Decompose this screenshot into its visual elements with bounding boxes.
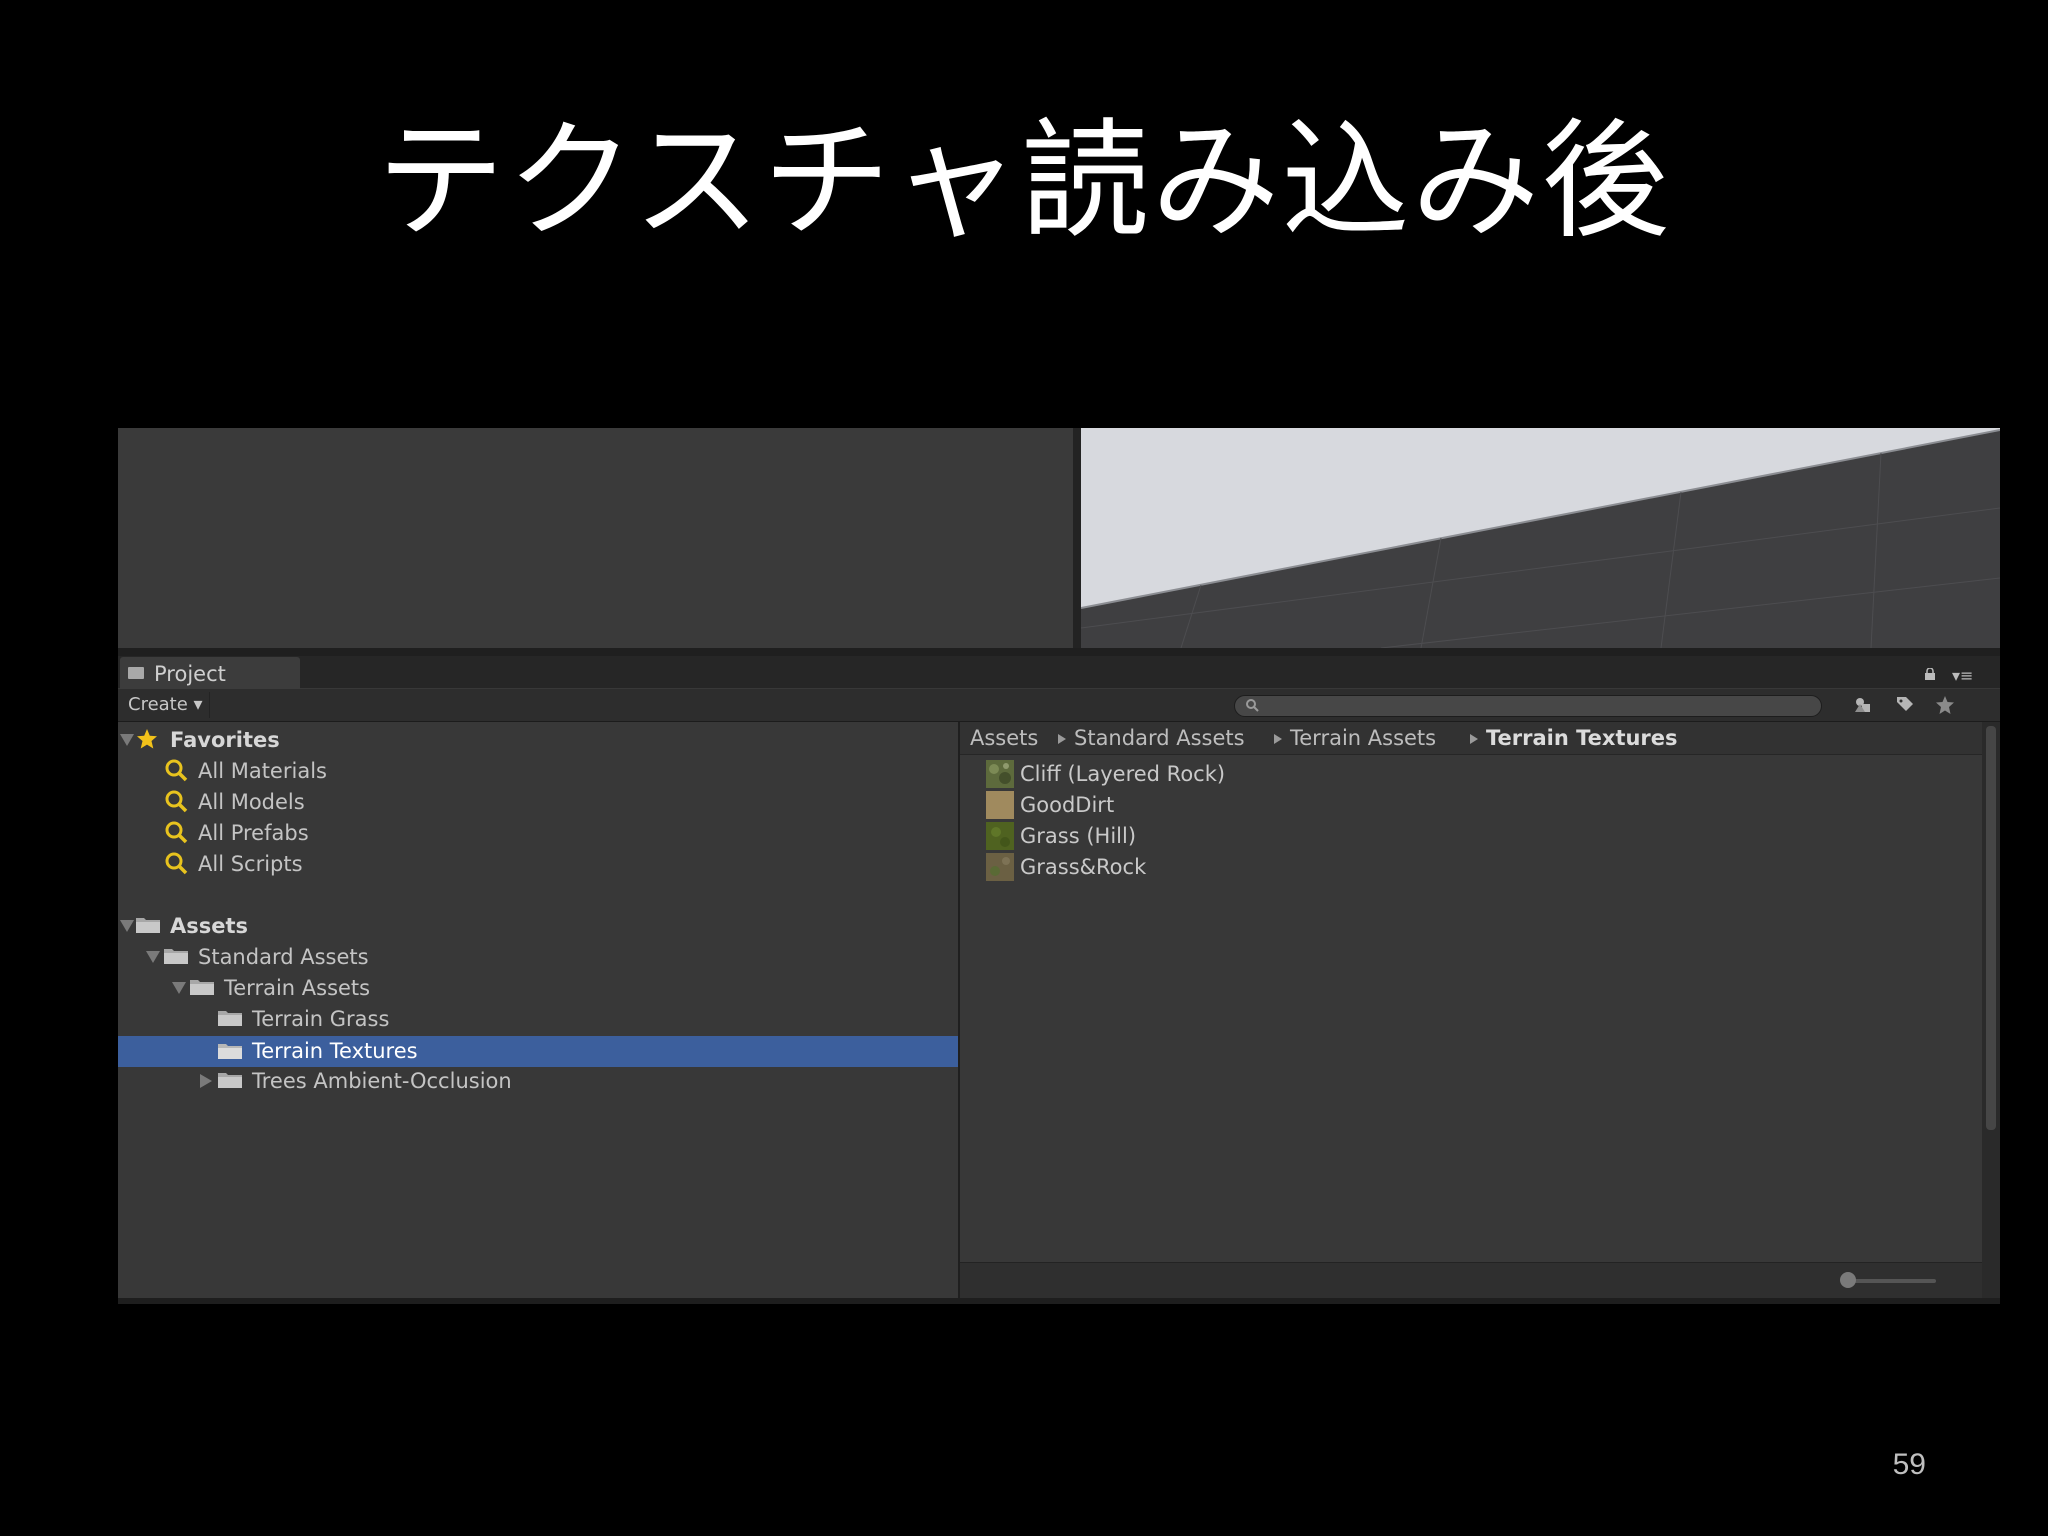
folder-tree: Favorites All Materials All Models All P… xyxy=(118,722,958,1298)
tree-item-trees-ambient-occlusion[interactable]: Trees Ambient-Occlusion xyxy=(118,1067,958,1095)
collapse-arrow-icon[interactable] xyxy=(200,1074,212,1088)
page-number: 59 xyxy=(1892,1448,1926,1481)
tree-item-all-materials[interactable]: All Materials xyxy=(118,757,958,785)
scene-terrain-graphic xyxy=(1081,428,2000,648)
asset-name: Grass (Hill) xyxy=(1020,824,1137,848)
asset-content-pane: Assets Standard Assets Terrain Assets Te… xyxy=(960,722,1982,1298)
folder-icon xyxy=(218,1044,242,1059)
search-icon xyxy=(165,852,188,875)
texture-thumbnail-icon xyxy=(986,822,1014,850)
panel-menu-icon[interactable]: ▾≡ xyxy=(1952,666,1973,685)
unity-editor-screenshot: Project ▾≡ Create ▾ Favorites All Materi… xyxy=(118,428,2000,1304)
asset-name: Grass&Rock xyxy=(1020,855,1147,879)
slide-title: テクスチャ読み込み後 xyxy=(376,107,1672,256)
window-bottom-edge xyxy=(118,1298,2000,1304)
folder-icon xyxy=(218,1073,242,1088)
tree-item-favorites[interactable]: Favorites xyxy=(118,726,958,754)
search-icon xyxy=(1246,699,1259,712)
tree-item-all-scripts[interactable]: All Scripts xyxy=(118,850,958,878)
expand-arrow-icon[interactable] xyxy=(172,982,186,994)
tree-item-label: All Materials xyxy=(198,759,327,783)
breadcrumb-arrow-icon xyxy=(1058,734,1066,744)
search-input[interactable] xyxy=(1234,695,1822,717)
tree-item-label: All Scripts xyxy=(198,852,303,876)
create-button[interactable]: Create ▾ xyxy=(122,692,210,718)
texture-thumbnail-icon xyxy=(986,791,1014,819)
tree-item-standard-assets[interactable]: Standard Assets xyxy=(118,943,958,971)
breadcrumb: Assets Standard Assets Terrain Assets Te… xyxy=(960,722,1982,755)
folder-icon xyxy=(128,667,144,679)
texture-thumbnail-icon xyxy=(986,760,1014,788)
project-toolbar: Create ▾ xyxy=(118,689,2000,722)
panel-divider xyxy=(118,648,2000,656)
scrollbar-thumb[interactable] xyxy=(1986,726,1996,1130)
folder-icon xyxy=(136,918,160,933)
tree-item-label: Terrain Assets xyxy=(224,976,371,1000)
save-search-star-icon[interactable] xyxy=(1934,694,1956,716)
breadcrumb-arrow-icon xyxy=(1470,734,1478,744)
tree-item-terrain-grass[interactable]: Terrain Grass xyxy=(118,1005,958,1033)
breadcrumb-standard-assets[interactable]: Standard Assets xyxy=(1074,726,1245,750)
tree-item-label: Trees Ambient-Occlusion xyxy=(252,1069,512,1093)
asset-name: GoodDirt xyxy=(1020,793,1115,817)
zoom-slider-handle[interactable] xyxy=(1840,1272,1856,1288)
asset-name: Cliff (Layered Rock) xyxy=(1020,762,1226,786)
tree-item-assets[interactable]: Assets xyxy=(118,912,958,940)
hierarchy-area xyxy=(118,428,1073,648)
content-footer xyxy=(960,1262,1982,1299)
filter-by-label-icon[interactable] xyxy=(1894,694,1916,716)
tab-bar xyxy=(118,656,2000,688)
expand-arrow-icon[interactable] xyxy=(146,951,160,963)
tree-item-label: Favorites xyxy=(170,728,280,752)
scene-view[interactable] xyxy=(1081,428,2000,648)
vertical-scrollbar[interactable] xyxy=(1982,722,2000,1298)
breadcrumb-terrain-assets[interactable]: Terrain Assets xyxy=(1290,726,1436,750)
expand-arrow-icon[interactable] xyxy=(120,920,134,932)
tree-item-terrain-assets[interactable]: Terrain Assets xyxy=(118,974,958,1002)
panel-splitter[interactable] xyxy=(1073,428,1081,648)
tree-item-label: Standard Assets xyxy=(198,945,369,969)
tab-project[interactable]: Project xyxy=(120,657,300,689)
tree-item-all-prefabs[interactable]: All Prefabs xyxy=(118,819,958,847)
tree-item-terrain-textures[interactable]: Terrain Textures xyxy=(118,1036,958,1067)
folder-icon xyxy=(218,1011,242,1026)
lock-icon[interactable] xyxy=(1924,668,1936,680)
search-icon xyxy=(165,759,188,782)
breadcrumb-terrain-textures[interactable]: Terrain Textures xyxy=(1486,726,1678,750)
tree-item-label: Assets xyxy=(170,914,249,938)
tree-item-label: Terrain Textures xyxy=(252,1039,418,1063)
breadcrumb-arrow-icon xyxy=(1274,734,1282,744)
expand-arrow-icon[interactable] xyxy=(120,734,134,746)
tree-item-label: Terrain Grass xyxy=(252,1007,390,1031)
zoom-slider-track[interactable] xyxy=(1846,1279,1936,1283)
tree-item-all-models[interactable]: All Models xyxy=(118,788,958,816)
folder-icon xyxy=(164,949,188,964)
tab-label: Project xyxy=(154,662,226,686)
search-icon xyxy=(165,821,188,844)
folder-icon xyxy=(190,980,214,995)
tree-item-label: All Prefabs xyxy=(198,821,309,845)
filter-by-type-icon[interactable] xyxy=(1852,694,1874,716)
search-icon xyxy=(165,790,188,813)
breadcrumb-assets[interactable]: Assets xyxy=(970,726,1038,750)
tree-item-label: All Models xyxy=(198,790,305,814)
star-icon xyxy=(137,729,157,749)
texture-thumbnail-icon xyxy=(986,853,1014,881)
